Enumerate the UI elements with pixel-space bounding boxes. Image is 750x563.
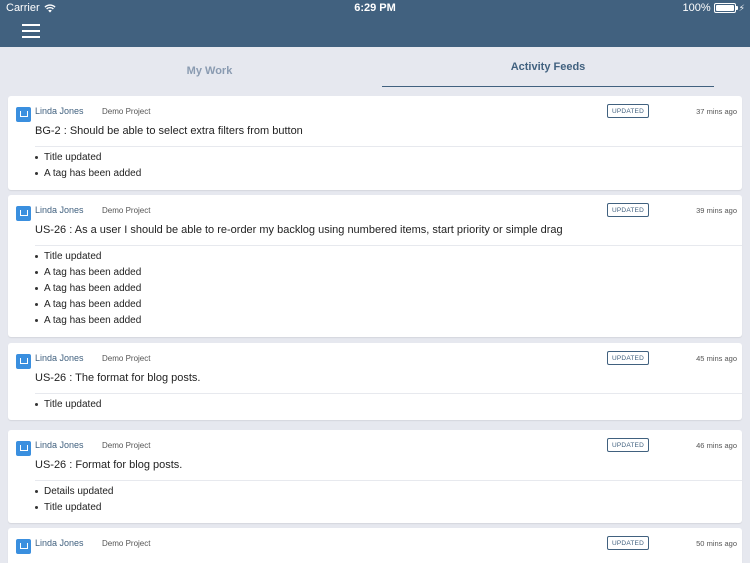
timestamp: 39 mins ago bbox=[696, 206, 737, 215]
status-badge: UPDATED bbox=[607, 438, 649, 452]
timestamp: 37 mins ago bbox=[696, 107, 737, 116]
charging-icon: ⚡ bbox=[738, 2, 745, 13]
author-name[interactable]: Linda Jones bbox=[35, 353, 84, 363]
bullet-icon bbox=[35, 403, 38, 406]
battery-icon bbox=[713, 3, 738, 13]
project-name: Demo Project bbox=[102, 107, 151, 116]
hamburger-menu-icon[interactable] bbox=[22, 23, 40, 39]
feed-card[interactable]: Linda Jones Demo Project UPDATED 46 mins… bbox=[8, 430, 742, 523]
author-name[interactable]: Linda Jones bbox=[35, 440, 84, 450]
author-name[interactable]: Linda Jones bbox=[35, 205, 84, 215]
bullet-icon bbox=[35, 506, 38, 509]
tab-my-work[interactable]: My Work bbox=[37, 47, 382, 95]
bullet-icon bbox=[35, 172, 38, 175]
author-name[interactable]: Linda Jones bbox=[35, 538, 84, 548]
change-item: A tag has been added bbox=[35, 267, 141, 278]
bullet-icon bbox=[35, 271, 38, 274]
change-item: Details updated bbox=[35, 486, 114, 497]
user-avatar-icon bbox=[16, 206, 31, 221]
battery-indicator: 100% ⚡ bbox=[683, 2, 745, 14]
change-item: Title updated bbox=[35, 251, 101, 262]
app-header: Carrier 6:29 PM 100% ⚡ bbox=[0, 0, 750, 47]
user-avatar-icon bbox=[16, 107, 31, 122]
status-badge: UPDATED bbox=[607, 351, 649, 365]
change-item: A tag has been added bbox=[35, 168, 141, 179]
bullet-icon bbox=[35, 490, 38, 493]
project-name: Demo Project bbox=[102, 539, 151, 548]
divider bbox=[35, 146, 742, 147]
divider bbox=[35, 393, 742, 394]
timestamp: 46 mins ago bbox=[696, 441, 737, 450]
feed-card[interactable]: Linda Jones Demo Project UPDATED 50 mins… bbox=[8, 528, 742, 563]
change-item: Title updated bbox=[35, 502, 101, 513]
bullet-icon bbox=[35, 255, 38, 258]
project-name: Demo Project bbox=[102, 354, 151, 363]
feed-card[interactable]: Linda Jones Demo Project UPDATED 39 mins… bbox=[8, 195, 742, 337]
clock: 6:29 PM bbox=[354, 2, 396, 14]
user-avatar-icon bbox=[16, 441, 31, 456]
tab-bar: My Work Activity Feeds bbox=[0, 47, 750, 95]
bullet-icon bbox=[35, 303, 38, 306]
activity-feed-list: Linda Jones Demo Project UPDATED 37 mins… bbox=[0, 95, 750, 563]
divider bbox=[35, 480, 742, 481]
feed-card[interactable]: Linda Jones Demo Project UPDATED 37 mins… bbox=[8, 96, 742, 190]
timestamp: 45 mins ago bbox=[696, 354, 737, 363]
change-item: Title updated bbox=[35, 399, 101, 410]
change-item: A tag has been added bbox=[35, 283, 141, 294]
author-name[interactable]: Linda Jones bbox=[35, 106, 84, 116]
user-avatar-icon bbox=[16, 354, 31, 369]
divider bbox=[35, 245, 742, 246]
bullet-icon bbox=[35, 287, 38, 290]
card-title[interactable]: US-26 : Format for blog posts. bbox=[35, 459, 182, 471]
status-badge: UPDATED bbox=[607, 104, 649, 118]
change-item: Title updated bbox=[35, 152, 101, 163]
card-title[interactable]: US-26 : The format for blog posts. bbox=[35, 372, 200, 384]
timestamp: 50 mins ago bbox=[696, 539, 737, 548]
bullet-icon bbox=[35, 319, 38, 322]
battery-percent: 100% bbox=[682, 2, 711, 14]
card-title[interactable]: BG-2 : Should be able to select extra fi… bbox=[35, 125, 303, 137]
user-avatar-icon bbox=[16, 539, 31, 554]
tab-my-work-label: My Work bbox=[186, 65, 233, 77]
tab-activity-feeds-label: Activity Feeds bbox=[510, 60, 586, 73]
change-item: A tag has been added bbox=[35, 315, 141, 326]
status-bar: Carrier 6:29 PM 100% ⚡ bbox=[0, 0, 750, 16]
feed-card[interactable]: Linda Jones Demo Project UPDATED 45 mins… bbox=[8, 343, 742, 420]
tab-activity-feeds[interactable]: Activity Feeds bbox=[382, 47, 714, 87]
status-badge: UPDATED bbox=[607, 203, 649, 217]
project-name: Demo Project bbox=[102, 206, 151, 215]
status-badge: UPDATED bbox=[607, 536, 649, 550]
project-name: Demo Project bbox=[102, 441, 151, 450]
card-title[interactable]: US-26 : As a user I should be able to re… bbox=[35, 224, 563, 236]
change-item: A tag has been added bbox=[35, 299, 141, 310]
bullet-icon bbox=[35, 156, 38, 159]
